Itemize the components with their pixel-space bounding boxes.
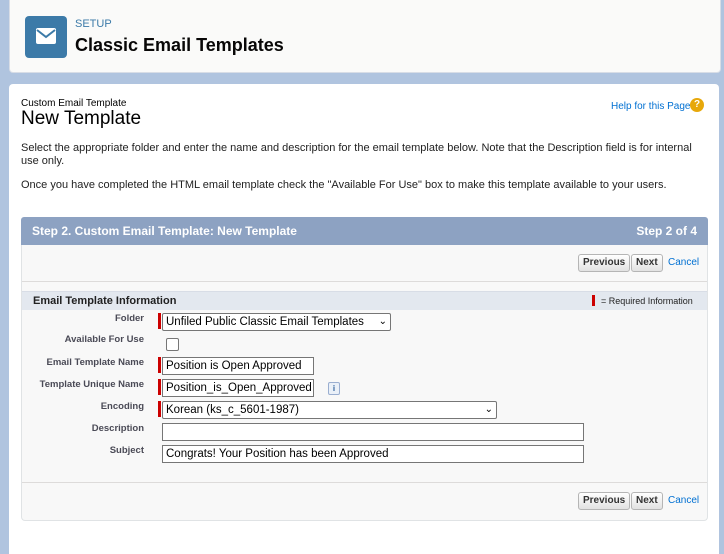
- section-title: Email Template Information: [33, 295, 177, 307]
- available-label: Available For Use: [64, 334, 144, 345]
- available-checkbox[interactable]: [166, 338, 179, 351]
- help-icon[interactable]: ?: [690, 98, 704, 112]
- step-header: Step 2. Custom Email Template: New Templ…: [21, 217, 708, 245]
- page-title: New Template: [21, 108, 142, 129]
- subject-label: Subject: [109, 445, 144, 456]
- intro-text-2: Once you have completed the HTML email t…: [21, 179, 667, 191]
- unique-name-input[interactable]: Position_is_Open_Approved: [162, 379, 314, 397]
- template-name-label: Email Template Name: [46, 357, 144, 368]
- unique-name-label: Template Unique Name: [39, 379, 144, 390]
- folder-label: Folder: [114, 313, 144, 324]
- intro-text: Select the appropriate folder and enter …: [21, 142, 692, 167]
- page-header: SETUP Classic Email Templates: [9, 0, 721, 73]
- previous-button[interactable]: Previous: [578, 492, 631, 510]
- previous-button[interactable]: Previous: [578, 254, 631, 272]
- required-bar: [158, 357, 161, 373]
- encoding-select[interactable]: Korean (ks_c_5601-1987) ⌄: [162, 401, 497, 419]
- encoding-label: Encoding: [100, 401, 144, 412]
- required-bar: [158, 313, 161, 329]
- chevron-down-icon: ⌄: [484, 404, 493, 415]
- step-counter: Step 2 of 4: [636, 224, 697, 238]
- main-content: Custom Email Template New Template Help …: [9, 84, 719, 554]
- encoding-select-value: Korean (ks_c_5601-1987): [166, 404, 299, 416]
- header-title: Classic Email Templates: [75, 35, 284, 55]
- description-label: Description: [91, 423, 144, 434]
- required-bar: [158, 401, 161, 417]
- step-title: Step 2. Custom Email Template: New Templ…: [32, 224, 297, 238]
- button-row-bottom: Previous Next Cancel: [22, 482, 707, 519]
- description-input[interactable]: [162, 423, 584, 441]
- template-name-input[interactable]: Position is Open Approved: [162, 357, 314, 375]
- cancel-link[interactable]: Cancel: [668, 257, 699, 268]
- section-header: Email Template Information = Required In…: [22, 291, 707, 310]
- folder-select-value: Unfiled Public Classic Email Templates: [166, 316, 364, 328]
- header-subtitle: SETUP: [75, 18, 112, 30]
- required-legend: = Required Information: [601, 296, 693, 306]
- form-panel: Previous Next Cancel Email Template Info…: [21, 245, 708, 521]
- required-indicator: [592, 295, 595, 306]
- envelope-icon: [25, 16, 67, 58]
- required-bar: [158, 379, 161, 395]
- next-button[interactable]: Next: [631, 492, 663, 510]
- help-link[interactable]: Help for this Page: [611, 101, 691, 112]
- info-icon[interactable]: i: [328, 382, 340, 395]
- button-row-top: Previous Next Cancel: [22, 245, 707, 282]
- next-button[interactable]: Next: [631, 254, 663, 272]
- chevron-down-icon: ⌄: [378, 316, 387, 327]
- subject-input[interactable]: Congrats! Your Position has been Approve…: [162, 445, 584, 463]
- folder-select[interactable]: Unfiled Public Classic Email Templates ⌄: [162, 313, 391, 331]
- cancel-link[interactable]: Cancel: [668, 495, 699, 506]
